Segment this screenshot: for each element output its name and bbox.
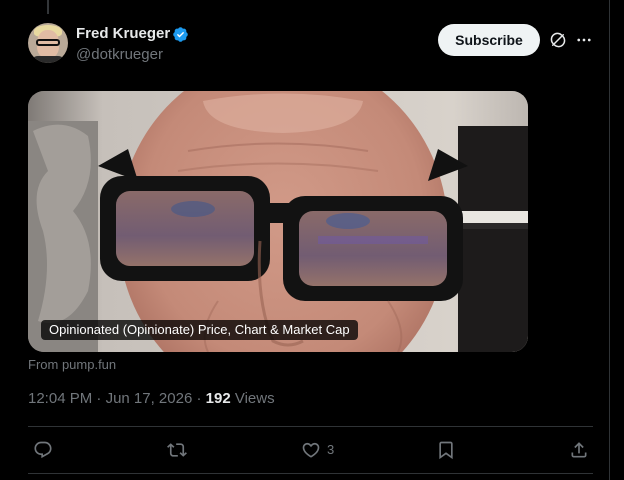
repost-button[interactable]: [167, 440, 187, 460]
verified-badge-icon[interactable]: [172, 26, 189, 43]
column-border: [609, 0, 610, 480]
post-metadata: 12:04 PM · Jun 17, 2026 · 192 Views: [28, 390, 275, 408]
more-horizontal-icon[interactable]: [575, 31, 593, 49]
subscribe-button[interactable]: Subscribe: [438, 24, 540, 56]
avatar-glasses: [36, 39, 60, 46]
heart-icon: [302, 442, 320, 458]
avatar[interactable]: [28, 23, 68, 63]
post-time[interactable]: 12:04 PM: [28, 390, 92, 407]
bookmark-icon: [439, 441, 453, 460]
grok-icon[interactable]: [549, 31, 567, 49]
post-detail-view: Fred Krueger @dotkrueger Subscribe Opini…: [0, 0, 624, 480]
reply-button[interactable]: [33, 440, 53, 460]
views-count: 192: [205, 390, 231, 407]
link-card-image[interactable]: [28, 91, 528, 352]
avatar-shirt: [30, 56, 66, 63]
like-count: 3: [327, 442, 335, 457]
thread-connector-line: [47, 0, 49, 14]
divider-top: [28, 426, 593, 427]
link-card-title[interactable]: Opinionated (Opinionate) Price, Chart & …: [41, 320, 358, 340]
link-card-source[interactable]: From pump.fun: [28, 357, 116, 373]
card-photo: [28, 91, 528, 352]
views-label: Views: [234, 390, 275, 407]
like-button[interactable]: 3: [301, 440, 334, 460]
meta-separator: ·: [196, 390, 202, 407]
author-display-name[interactable]: Fred Krueger: [76, 25, 170, 43]
repost-icon: [167, 443, 187, 457]
divider-bottom: [28, 473, 593, 474]
meta-separator: ·: [96, 390, 102, 407]
share-button[interactable]: [569, 440, 589, 460]
bookmark-button[interactable]: [436, 440, 456, 460]
share-icon: [571, 442, 587, 458]
reply-icon: [34, 441, 52, 459]
post-date[interactable]: Jun 17, 2026: [106, 390, 193, 407]
author-handle[interactable]: @dotkrueger: [76, 46, 163, 64]
